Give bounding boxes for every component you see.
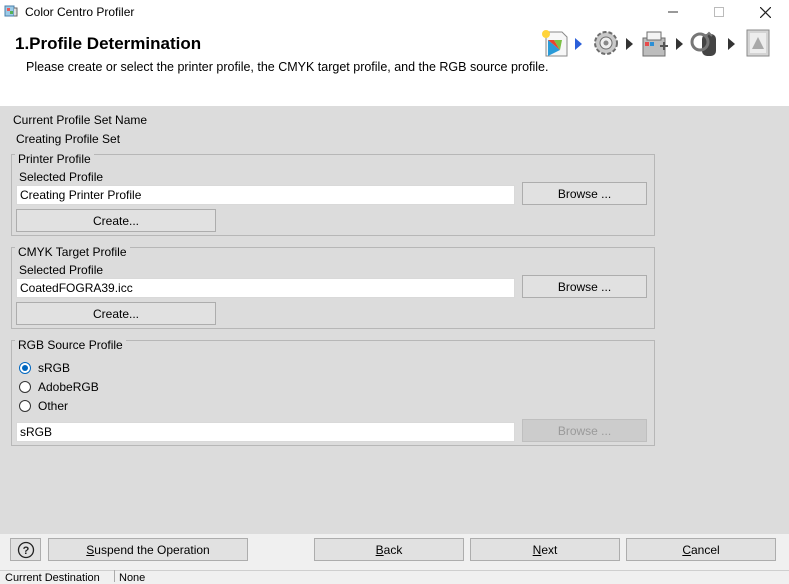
status-bar: Current Destination None [0,570,789,584]
radio-label-other: Other [38,399,69,413]
step-arrow-icon [676,38,683,50]
profile-set-label: Current Profile Set Name [13,113,148,127]
radio-srgb[interactable]: sRGB [18,361,138,377]
status-label: Current Destination [5,572,100,584]
cmyk-profile-field[interactable]: CoatedFOGRA39.icc [16,278,515,298]
radio-button[interactable] [19,381,31,393]
radio-label-srgb: sRGB [38,361,71,375]
printer-create-button[interactable]: Create... [16,209,216,232]
radio-label-adobergb: AdobeRGB [38,380,99,394]
step-arrow-icon [626,38,633,50]
wizard-header: 1.Profile Determination Please create or… [0,24,789,106]
svg-text:?: ? [22,545,29,557]
close-button[interactable] [742,0,788,24]
main-panel: Current Profile Set Name Creating Profil… [0,106,789,534]
page-title: 1.Profile Determination [15,34,202,53]
suspend-label: uspend the Operation [94,542,210,557]
profile-step-icon [540,28,570,61]
window-title: Color Centro Profiler [25,5,135,19]
profile-set-name: Creating Profile Set [16,132,121,146]
cmyk-create-button[interactable]: Create... [16,302,216,325]
printer-browse-button[interactable]: Browse ... [522,182,647,205]
radio-button-selected[interactable] [19,362,31,374]
minimize-button[interactable] [650,0,696,24]
status-value: None [119,572,146,584]
close-icon [759,6,771,18]
printer-profile-legend: Printer Profile [15,152,94,166]
radio-adobergb[interactable]: AdobeRGB [18,380,138,396]
output-step-icon [744,28,774,61]
step-arrow-icon [575,38,582,50]
rgb-browse-button[interactable]: Browse ... [522,419,647,442]
back-button[interactable]: Back [314,538,464,561]
help-button[interactable]: ? [10,538,41,561]
cmyk-browse-button[interactable]: Browse ... [522,275,647,298]
printer-selected-label: Selected Profile [19,170,104,184]
radio-button[interactable] [19,400,31,412]
printer-profile-field[interactable]: Creating Printer Profile [16,185,515,205]
suspend-operation-button[interactable]: Suspend the Operation [48,538,248,561]
cmyk-selected-label: Selected Profile [19,263,104,277]
measure-step-icon [690,28,724,61]
cmyk-profile-legend: CMYK Target Profile [15,245,130,259]
cancel-button[interactable]: Cancel [626,538,776,561]
step-arrow-icon [728,38,735,50]
radio-other[interactable]: Other [18,399,138,415]
settings-step-icon [590,28,622,61]
printer-step-icon [640,28,672,61]
help-icon: ? [17,541,34,558]
rgb-profile-legend: RGB Source Profile [15,338,126,352]
step-description: Please create or select the printer prof… [26,60,549,74]
maximize-button[interactable] [696,0,742,24]
rgb-profile-field[interactable]: sRGB [16,422,515,442]
title-bar: Color Centro Profiler [0,0,789,24]
status-divider [114,570,115,582]
app-icon [4,4,18,18]
next-button[interactable]: Next [470,538,620,561]
